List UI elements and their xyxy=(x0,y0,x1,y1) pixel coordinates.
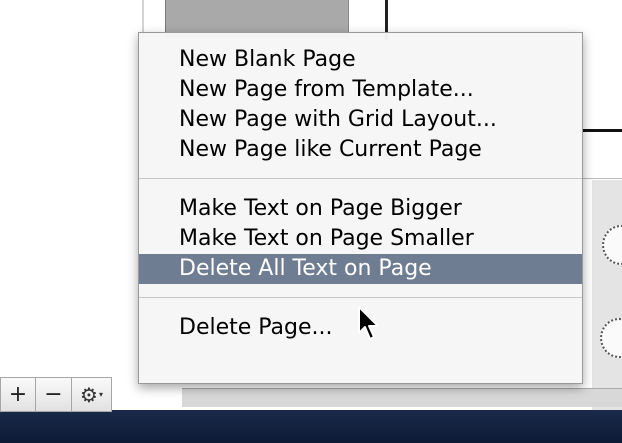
menu-separator xyxy=(139,178,582,179)
background-field xyxy=(182,388,622,407)
status-bar xyxy=(0,410,622,443)
menu-separator xyxy=(139,297,582,298)
page-list-toolbar: + − ⚙ ▾ xyxy=(0,377,112,412)
chevron-down-icon: ▾ xyxy=(98,390,103,399)
background-rule xyxy=(580,129,622,132)
menu-item-new-page-from-template[interactable]: New Page from Template... xyxy=(139,75,582,105)
remove-page-button[interactable]: − xyxy=(36,377,72,412)
arrow-cursor-icon xyxy=(358,306,379,340)
menu-item-delete-all-text[interactable]: Delete All Text on Page xyxy=(139,254,582,284)
background-rule-light xyxy=(580,178,622,179)
background-page-canvas xyxy=(592,180,622,410)
app-window: + − ⚙ ▾ New Blank Page New Page from Tem… xyxy=(0,0,622,443)
add-page-button[interactable]: + xyxy=(0,377,36,412)
menu-item-new-page-like-current[interactable]: New Page like Current Page xyxy=(139,135,582,165)
menu-item-text-smaller[interactable]: Make Text on Page Smaller xyxy=(139,224,582,254)
menu-item-new-page-grid-layout[interactable]: New Page with Grid Layout... xyxy=(139,105,582,135)
menu-item-new-blank-page[interactable]: New Blank Page xyxy=(139,45,582,75)
minus-icon: − xyxy=(44,382,63,407)
action-menu-button[interactable]: ⚙ ▾ xyxy=(72,377,112,412)
menu-item-text-bigger[interactable]: Make Text on Page Bigger xyxy=(139,194,582,224)
gear-icon: ⚙ xyxy=(80,382,98,407)
plus-icon: + xyxy=(8,382,28,407)
